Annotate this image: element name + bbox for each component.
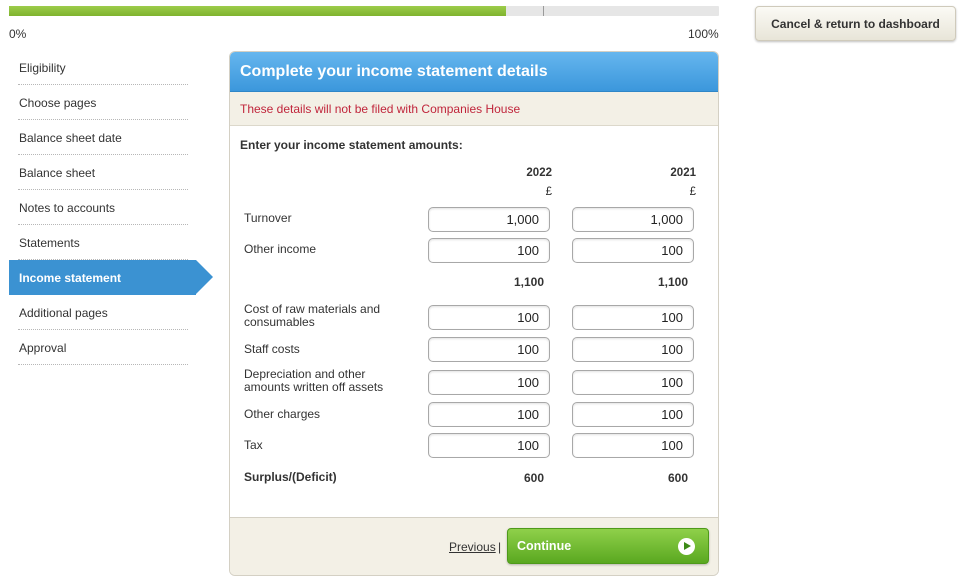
sidebar-item-balance-sheet[interactable]: Balance sheet xyxy=(9,155,214,190)
raw-materials-2021-input[interactable] xyxy=(572,305,694,330)
panel-title: Complete your income statement details xyxy=(230,52,718,92)
sidebar-item-label: Balance sheet date xyxy=(19,130,122,145)
sidebar-item-label: Notes to accounts xyxy=(19,200,116,215)
progress-marker xyxy=(543,6,544,16)
sidebar-item-label: Balance sheet xyxy=(19,165,96,180)
tax-2022-input[interactable] xyxy=(428,433,550,458)
subtotal-2022: 1,100 xyxy=(513,275,544,289)
income-statement-panel: Complete your income statement details T… xyxy=(229,51,719,576)
turnover-label: Turnover xyxy=(244,211,292,225)
play-arrow-icon xyxy=(678,538,695,555)
sidebar-item-label: Eligibility xyxy=(19,60,66,75)
other-charges-2022-input[interactable] xyxy=(428,402,550,427)
tax-label: Tax xyxy=(244,438,263,452)
turnover-2021-input[interactable] xyxy=(572,207,694,232)
currency-2022: £ xyxy=(545,186,552,198)
sidebar-item-label: Additional pages xyxy=(19,305,108,320)
previous-link[interactable]: Previous xyxy=(449,540,496,554)
sidebar-item-balance-sheet-date[interactable]: Balance sheet date xyxy=(9,120,214,155)
progress-end-label: 100% xyxy=(688,27,719,41)
other-charges-2021-input[interactable] xyxy=(572,402,694,427)
surplus-label: Surplus/(Deficit) xyxy=(244,470,337,484)
sidebar-item-choose-pages[interactable]: Choose pages xyxy=(9,85,214,120)
panel-footer: Previous | Continue xyxy=(230,517,718,575)
cancel-return-dashboard-button[interactable]: Cancel & return to dashboard xyxy=(755,6,956,41)
year-2021-header: 2021 xyxy=(670,167,696,179)
staff-costs-2021-input[interactable] xyxy=(572,337,694,362)
sidebar-item-label: Income statement xyxy=(19,270,122,285)
other-income-label: Other income xyxy=(244,242,317,256)
intro-text: Enter your income statement amounts: xyxy=(240,138,463,152)
filing-notice: These details will not be filed with Com… xyxy=(230,92,718,126)
progress-start-label: 0% xyxy=(9,27,27,41)
sidebar-item-notes-to-accounts[interactable]: Notes to accounts xyxy=(9,190,214,225)
tax-2021-input[interactable] xyxy=(572,433,694,458)
sidebar-item-statements[interactable]: Statements xyxy=(9,225,214,260)
sidebar-item-income-statement[interactable]: Income statement xyxy=(9,260,213,295)
sidebar-item-label: Choose pages xyxy=(19,95,97,110)
other-income-2022-input[interactable] xyxy=(428,238,550,263)
surplus-2022: 600 xyxy=(523,471,544,485)
raw-materials-2022-input[interactable] xyxy=(428,305,550,330)
sidebar-item-approval[interactable]: Approval xyxy=(9,330,214,365)
continue-button[interactable]: Continue xyxy=(507,528,709,564)
sidebar-item-label: Approval xyxy=(19,340,67,355)
progress-bar xyxy=(9,6,719,16)
continue-label: Continue xyxy=(517,539,572,553)
sidebar-nav: Eligibility Choose pages Balance sheet d… xyxy=(9,50,214,365)
other-charges-label: Other charges xyxy=(244,407,321,421)
active-arrow-icon xyxy=(196,260,213,294)
subtotal-2021: 1,100 xyxy=(657,275,688,289)
footer-separator: | xyxy=(498,540,502,554)
other-income-2021-input[interactable] xyxy=(572,238,694,263)
sidebar-item-label: Statements xyxy=(19,235,80,250)
staff-costs-2022-input[interactable] xyxy=(428,337,550,362)
progress-fill xyxy=(9,6,506,16)
raw-materials-label: Cost of raw materials and consumables xyxy=(244,302,381,329)
year-2022-header: 2022 xyxy=(526,167,552,179)
currency-2021: £ xyxy=(689,186,696,198)
depreciation-2022-input[interactable] xyxy=(428,370,550,395)
sidebar-item-eligibility[interactable]: Eligibility xyxy=(9,50,214,85)
depreciation-2021-input[interactable] xyxy=(572,370,694,395)
sidebar-item-additional-pages[interactable]: Additional pages xyxy=(9,295,214,330)
staff-costs-label: Staff costs xyxy=(244,342,300,356)
depreciation-label: Depreciation and other amounts written o… xyxy=(244,367,384,394)
surplus-2021: 600 xyxy=(667,471,688,485)
turnover-2022-input[interactable] xyxy=(428,207,550,232)
